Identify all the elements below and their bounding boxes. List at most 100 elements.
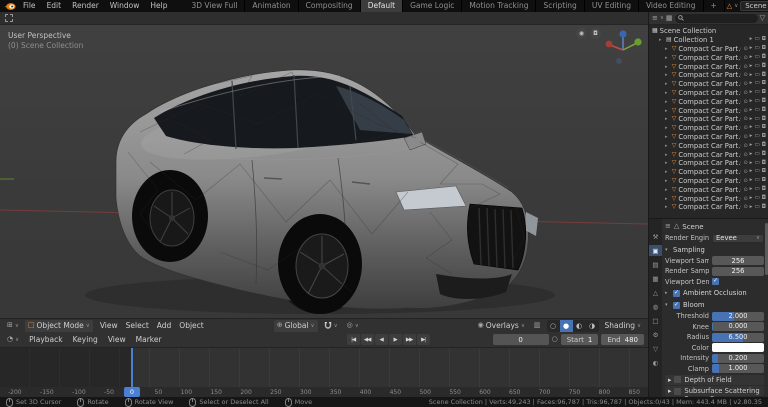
expand-icon[interactable]: ▸ — [665, 196, 670, 202]
auto-keying-toggle[interactable]: ○ — [552, 336, 558, 343]
frame-start-field[interactable]: Start 1 — [560, 334, 599, 345]
selectable-icon[interactable]: ▸ — [750, 186, 753, 193]
bloom-header[interactable]: ▾ Bloom — [665, 300, 764, 310]
selectable-icon[interactable]: ▸ — [750, 107, 753, 114]
hide-viewport-monitor-icon[interactable]: ▭ — [754, 81, 759, 87]
select-box-tool-icon[interactable] — [5, 14, 13, 22]
selectable-icon[interactable]: ▸ — [750, 63, 753, 70]
selectable-icon[interactable]: ▸ — [750, 195, 753, 202]
expand-icon[interactable]: ▸ — [659, 37, 664, 43]
expand-icon[interactable]: ▸ — [665, 55, 670, 61]
properties-tab-world[interactable]: ◍ — [649, 301, 662, 312]
timeline-menu-item[interactable]: Playback — [25, 335, 66, 344]
selectable-icon[interactable]: ▸ — [750, 160, 753, 167]
disable-render-camera-icon[interactable]: ◘ — [762, 195, 766, 202]
disable-render-camera-icon[interactable]: ◘ — [762, 142, 766, 149]
object-row[interactable]: ▸ ▽ Compact Car Part.0 ⊙ ▸ ▭ ◘ — [652, 141, 766, 150]
scene-collection-row[interactable]: ▦ Scene Collection — [652, 27, 766, 36]
playback-button[interactable]: ◀ — [374, 334, 388, 345]
panel-checkbox[interactable] — [674, 387, 682, 395]
menu-item[interactable]: Edit — [42, 0, 67, 12]
bloom-checkbox[interactable] — [673, 301, 680, 309]
expand-icon[interactable]: ▸ — [665, 46, 670, 52]
sampling-section-header[interactable]: ▾ Sampling — [665, 245, 764, 255]
timeline-editor-type-button[interactable]: ◔ ∨ — [4, 334, 22, 346]
properties-tab-tool[interactable]: ⚒ — [649, 231, 662, 242]
bloom-property-slider[interactable]: 2.000 — [712, 311, 764, 321]
timeline-track-area[interactable]: -200 -150 -100 -50 0 50 100 150 200 250 300 350 400 4… — [0, 348, 648, 397]
workspace-tab[interactable]: Motion Tracking — [462, 0, 537, 12]
hide-viewport-monitor-icon[interactable]: ▭ — [754, 46, 759, 52]
hide-viewport-monitor-icon[interactable]: ▭ — [754, 98, 759, 105]
disable-render-camera-icon[interactable]: ◘ — [762, 125, 766, 131]
hide-viewport-monitor-icon[interactable]: ▭ — [754, 195, 759, 202]
object-row[interactable]: ▸ ▽ Compact Car Part.0 ⊙ ▸ ▭ ◘ — [652, 45, 766, 54]
shading-wireframe-button[interactable]: ○ — [547, 320, 560, 332]
expand-icon[interactable]: ▸ — [665, 178, 670, 184]
expand-icon[interactable]: ▸ — [665, 64, 670, 70]
disable-render-camera-icon[interactable]: ◘ — [762, 204, 766, 211]
hide-viewport-monitor-icon[interactable]: ▭ — [754, 90, 759, 96]
disable-render-camera-icon[interactable]: ◘ — [762, 98, 766, 105]
disable-render-camera-icon[interactable]: ◘ — [762, 160, 766, 167]
playback-button[interactable]: ◀◀ — [360, 334, 374, 345]
chevron-down-icon[interactable]: ∨ — [660, 15, 664, 21]
move-view-button[interactable]: ◘ — [590, 28, 601, 39]
workspace-tab[interactable]: 3D View Full — [184, 0, 246, 12]
disable-render-camera-icon[interactable]: ◘ — [762, 63, 766, 70]
bloom-property-slider[interactable]: 0.200 — [712, 353, 764, 363]
hide-viewport-monitor-icon[interactable]: ▭ — [754, 107, 759, 114]
viewport-menu-item[interactable]: Add — [153, 321, 176, 330]
disable-render-camera-icon[interactable]: ◘ — [762, 107, 766, 114]
proportional-editing-toggle[interactable]: ◎ ∨ — [344, 320, 362, 332]
menu-item[interactable]: Render — [67, 0, 104, 12]
render-engine-dropdown[interactable]: Eevee ∨ — [712, 233, 764, 243]
disable-render-camera-icon[interactable]: ◘ — [762, 72, 766, 79]
zoom-view-button[interactable]: ◉ — [576, 28, 587, 39]
workspace-tab[interactable]: Game Logic — [403, 0, 463, 12]
object-row[interactable]: ▸ ▽ Compact Car Part.0 ⊙ ▸ ▭ ◘ — [652, 97, 766, 106]
viewport-menu-item[interactable]: View — [96, 321, 122, 330]
object-row[interactable]: ▸ ▽ Compact Car Part.0 ⊙ ▸ ▭ ◘ — [652, 177, 766, 186]
playback-button[interactable]: ▶| — [416, 334, 430, 345]
bloom-property-slider[interactable]: 0.000 — [712, 322, 764, 331]
menu-item[interactable]: File — [18, 0, 41, 12]
samples-value-field[interactable]: 256 — [712, 266, 764, 276]
blender-logo-icon[interactable] — [4, 2, 16, 11]
selectable-icon[interactable]: ▸ — [750, 134, 753, 140]
disable-render-camera-icon[interactable]: ◘ — [762, 178, 766, 184]
editor-type-button[interactable]: ⊞ ∨ — [4, 320, 22, 332]
hide-viewport-monitor-icon[interactable]: ▭ — [754, 142, 759, 149]
collection-row[interactable]: ▸ ▤ Collection 1 ▸ ▭ ◘ — [652, 36, 766, 45]
expand-icon[interactable]: ▸ — [665, 187, 670, 193]
outliner-editor-icon[interactable]: ≡ — [652, 14, 658, 22]
selectable-icon[interactable]: ▸ — [750, 116, 753, 123]
disable-render-camera-icon[interactable]: ◘ — [762, 55, 766, 61]
mode-dropdown[interactable]: □ Object Mode ∨ — [24, 319, 93, 332]
selectable-icon[interactable]: ▸ — [750, 151, 753, 158]
viewport-menu-item[interactable]: Object — [175, 321, 207, 330]
workspace-tab[interactable]: UV Editing — [585, 0, 639, 12]
expand-icon[interactable]: ▸ — [665, 99, 670, 105]
expand-icon[interactable]: ▸ — [665, 152, 670, 158]
selectable-icon[interactable]: ▸ — [750, 142, 753, 149]
frame-end-field[interactable]: End 480 — [601, 334, 644, 345]
shading-material-button[interactable]: ◐ — [573, 320, 586, 332]
disable-render-camera-icon[interactable]: ◘ — [762, 46, 766, 52]
expand-icon[interactable]: ▸ — [665, 81, 670, 87]
object-row[interactable]: ▸ ▽ Compact Car Part.0 ⊙ ▸ ▭ ◘ — [652, 106, 766, 115]
hide-viewport-monitor-icon[interactable]: ▭ — [754, 55, 759, 61]
object-row[interactable]: ▸ ▽ Compact Car Part.0 ⊙ ▸ ▭ ◘ — [652, 168, 766, 177]
hide-viewport-monitor-icon[interactable]: ▭ — [754, 169, 759, 175]
workspace-tab[interactable]: Animation — [245, 0, 299, 12]
selectable-icon[interactable]: ▸ — [750, 98, 753, 105]
expand-icon[interactable]: ▸ — [665, 90, 670, 96]
timeline-ruler[interactable]: -200 -150 -100 -50 0 50 100 150 200 250 300 350 400 4… — [0, 387, 648, 397]
disable-render-camera-icon[interactable]: ◘ — [762, 186, 766, 193]
bloom-property-slider[interactable] — [712, 343, 764, 352]
menu-item[interactable]: Window — [105, 0, 145, 12]
viewport-denoising-checkbox[interactable] — [712, 277, 719, 285]
panel-checkbox[interactable] — [674, 376, 682, 383]
bloom-property-slider[interactable]: 6.500 — [712, 332, 764, 342]
workspace-tab[interactable]: Default — [360, 0, 404, 12]
